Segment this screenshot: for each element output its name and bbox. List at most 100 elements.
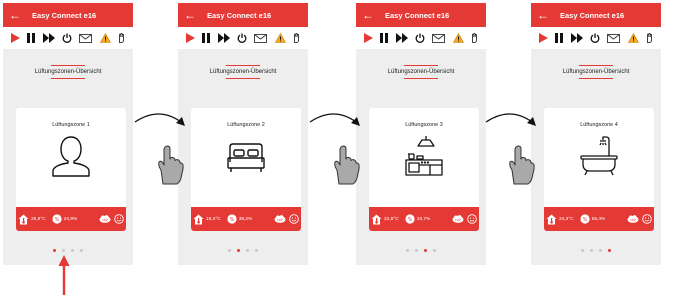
mail-icon[interactable] xyxy=(432,33,446,43)
zone-card[interactable]: Lüftungszone 4 24,3°C % 55,4% co2 xyxy=(544,108,654,231)
kitchen-icon xyxy=(405,136,443,176)
fast-forward-icon[interactable] xyxy=(395,33,408,43)
swipe-arrow-icon xyxy=(485,113,536,126)
app-screen-zone-1: ← Easy Connect e16 Lüftungszonen-Übersic… xyxy=(3,3,133,265)
zone-name: Lüftungszone 4 xyxy=(580,122,618,128)
app-screen-zone-2: ← Easy Connect e16 Lüftungszonen-Übersic… xyxy=(178,3,308,265)
zone-humidity: 24,9% xyxy=(63,216,78,222)
swipe-arrow-icon xyxy=(309,113,360,126)
person-icon xyxy=(52,136,90,177)
smiley-icon xyxy=(114,214,124,224)
page-dot[interactable] xyxy=(581,249,584,252)
co2-icon: co2 xyxy=(99,215,111,223)
page-dot[interactable] xyxy=(608,249,611,252)
play-icon[interactable] xyxy=(185,33,195,43)
overview-heading: Lüftungszonen-Übersicht xyxy=(356,65,486,79)
page-dot[interactable] xyxy=(599,249,602,252)
arrow-left-icon[interactable]: ← xyxy=(537,9,551,21)
zone-card[interactable]: Lüftungszone 1 25,8°C % 24,9% co2 xyxy=(16,108,126,231)
page-dot[interactable] xyxy=(246,249,249,252)
red-pointer-arrow-icon xyxy=(58,255,70,295)
page-dot[interactable] xyxy=(255,249,258,252)
heading-divider xyxy=(226,65,260,66)
zone-status-bar: 18,4°C % 39,2% co2 xyxy=(191,207,301,231)
page-dot[interactable] xyxy=(433,249,436,252)
hand-icon[interactable] xyxy=(471,33,478,43)
app-bar: ← Easy Connect e16 xyxy=(531,3,661,27)
app-title: Easy Connect e16 xyxy=(207,10,272,20)
pause-icon[interactable] xyxy=(555,33,564,43)
fast-forward-icon[interactable] xyxy=(217,33,230,43)
mail-icon[interactable] xyxy=(79,33,93,43)
power-icon[interactable] xyxy=(415,33,425,43)
play-icon[interactable] xyxy=(363,33,373,43)
zone-humidity: 33,7% xyxy=(416,216,431,222)
page-dot[interactable] xyxy=(228,249,231,252)
zone-status-bar: 22,8°C % 33,7% co2 xyxy=(369,207,479,231)
hand-icon[interactable] xyxy=(293,33,300,43)
overview-heading: Lüftungszonen-Übersicht xyxy=(3,65,133,79)
play-icon[interactable] xyxy=(538,33,548,43)
zone-humidity: 39,2% xyxy=(238,216,253,222)
pause-icon[interactable] xyxy=(202,33,211,43)
hand-icon[interactable] xyxy=(646,33,653,43)
power-icon[interactable] xyxy=(62,33,72,43)
page-dot[interactable] xyxy=(80,249,83,252)
zone-status-bar: 24,3°C % 55,4% co2 xyxy=(544,207,654,231)
mail-icon[interactable] xyxy=(254,33,268,43)
pause-icon[interactable] xyxy=(27,33,36,43)
heading-divider xyxy=(579,78,613,79)
zone-card[interactable]: Lüftungszone 3 22,8°C % 33,7% co2 xyxy=(369,108,479,231)
co2-label: co2 xyxy=(102,218,108,222)
zone-temperature: 24,3°C xyxy=(559,216,574,222)
warning-icon[interactable] xyxy=(452,33,464,43)
power-icon[interactable] xyxy=(237,33,247,43)
power-icon[interactable] xyxy=(590,33,600,43)
smiley-icon xyxy=(289,214,299,224)
pause-icon[interactable] xyxy=(380,33,389,43)
arrow-left-icon[interactable]: ← xyxy=(184,9,198,21)
smiley-icon xyxy=(642,214,652,224)
overview-heading: Lüftungszonen-Übersicht xyxy=(531,65,661,79)
zone-temperature: 18,4°C xyxy=(206,216,221,222)
co2-label: co2 xyxy=(455,218,461,222)
zone-temperature: 25,8°C xyxy=(31,216,46,222)
bathtub-icon xyxy=(580,136,618,176)
page-dot[interactable] xyxy=(590,249,593,252)
svg-text:%: % xyxy=(54,217,59,223)
heading-divider xyxy=(404,78,438,79)
page-dot[interactable] xyxy=(424,249,427,252)
page-dot[interactable] xyxy=(62,249,65,252)
app-title: Easy Connect e16 xyxy=(385,10,450,20)
swipe-hand-icon xyxy=(158,145,184,185)
mail-icon[interactable] xyxy=(607,33,621,43)
play-icon[interactable] xyxy=(10,33,20,43)
page-indicator xyxy=(178,249,308,252)
zone-card[interactable]: Lüftungszone 2 18,4°C % 39,2% co2 xyxy=(191,108,301,231)
page-dot[interactable] xyxy=(415,249,418,252)
warning-icon[interactable] xyxy=(99,33,111,43)
hand-icon[interactable] xyxy=(118,33,125,43)
arrow-left-icon[interactable]: ← xyxy=(9,9,23,21)
warning-icon[interactable] xyxy=(627,33,639,43)
zone-name: Lüftungszone 2 xyxy=(227,122,265,128)
page-dot[interactable] xyxy=(406,249,409,252)
zone-status-bar: 25,8°C % 24,9% co2 xyxy=(16,207,126,231)
page-dot[interactable] xyxy=(53,249,56,252)
toolbar xyxy=(531,27,661,49)
temperature-home-icon xyxy=(371,214,382,224)
page-indicator xyxy=(356,249,486,252)
warning-icon[interactable] xyxy=(274,33,286,43)
co2-icon: co2 xyxy=(452,215,464,223)
co2-icon: co2 xyxy=(627,215,639,223)
bed-icon xyxy=(227,143,265,172)
page-dot[interactable] xyxy=(71,249,74,252)
fast-forward-icon[interactable] xyxy=(42,33,55,43)
arrow-left-icon[interactable]: ← xyxy=(362,9,376,21)
humidity-icon: % xyxy=(227,214,237,224)
heading-divider xyxy=(579,65,613,66)
page-dot[interactable] xyxy=(237,249,240,252)
toolbar xyxy=(356,27,486,49)
fast-forward-icon[interactable] xyxy=(570,33,583,43)
toolbar xyxy=(3,27,133,49)
